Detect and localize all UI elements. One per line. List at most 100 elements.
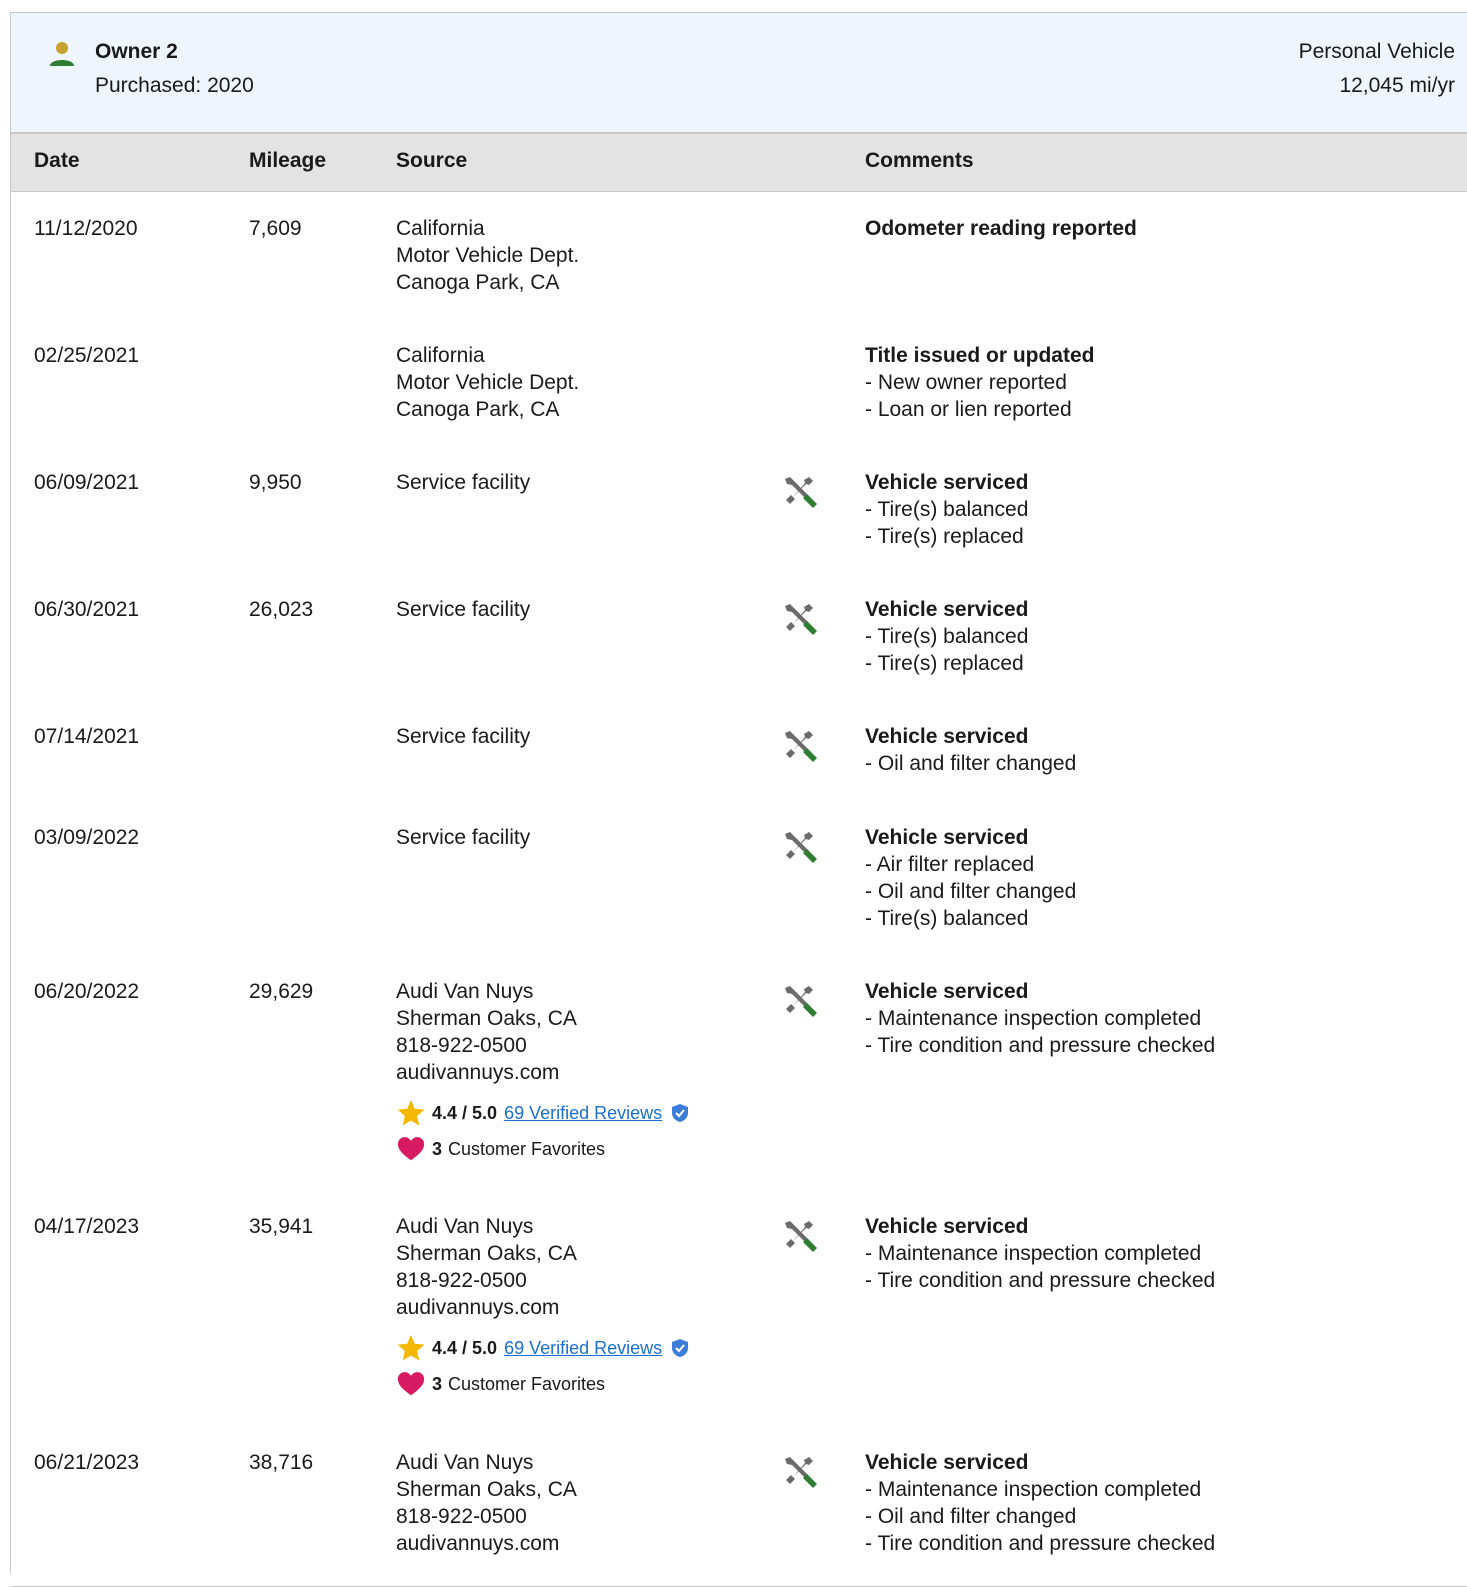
rating-value: 4.4 / 5.0 xyxy=(432,1102,498,1123)
row-comments: Vehicle serviced - Tire(s) balanced - Tire… xyxy=(865,469,1465,550)
comment-item: - Tire(s) replaced xyxy=(865,652,1024,675)
comment-item: - New owner reported xyxy=(865,371,1067,394)
row-date: 04/17/2023 xyxy=(34,1215,140,1238)
source-line: Motor Vehicle Dept. xyxy=(396,244,580,267)
verified-reviews-link[interactable]: 69 Verified Reviews xyxy=(504,1335,662,1362)
rating-line: 4.4 / 5.0 69 Verified Reviews xyxy=(396,1099,756,1127)
table-row: 06/21/2023 38,716 Audi Van Nuys Sherman Oak… xyxy=(11,1426,1467,1587)
comment-title: Odometer reading reported xyxy=(865,217,1137,240)
row-comments: Vehicle serviced - Maintenance inspection… xyxy=(865,978,1465,1059)
source-line: Audi Van Nuys xyxy=(396,1215,534,1238)
table-row: 07/14/2021 Service facility Vehicle servic… xyxy=(11,700,1467,802)
owner-name: Owner 2 xyxy=(95,40,178,63)
comment-title: Vehicle serviced xyxy=(865,725,1029,748)
row-comments: Vehicle serviced - Maintenance inspection… xyxy=(865,1449,1465,1557)
source-line: California xyxy=(396,344,485,367)
comment-item: - Maintenance inspection completed xyxy=(865,1007,1202,1030)
row-source: Service facility xyxy=(396,723,756,750)
source-line: 818-922-0500 xyxy=(396,1034,527,1057)
wrench-screwdriver-icon xyxy=(785,1221,817,1252)
wrench-screwdriver-icon xyxy=(785,1457,817,1488)
comment-item: - Loan or lien reported xyxy=(865,398,1072,421)
row-source: Service facility xyxy=(396,824,756,851)
source-line: Service facility xyxy=(396,725,531,748)
row-date: 07/14/2021 xyxy=(34,725,140,748)
favorites-label: Customer Favorites xyxy=(448,1138,606,1159)
source-line: Audi Van Nuys xyxy=(396,980,534,1003)
heart-icon xyxy=(397,1372,425,1396)
header-date: Date xyxy=(34,149,80,172)
source-line: Sherman Oaks, CA xyxy=(396,1242,577,1265)
comment-item: - Oil and filter changed xyxy=(865,880,1077,903)
header-comments: Comments xyxy=(865,149,974,172)
source-line: Service facility xyxy=(396,598,531,621)
comment-item: - Oil and filter changed xyxy=(865,752,1077,775)
row-source: Service facility xyxy=(396,596,756,623)
row-comments: Vehicle serviced - Oil and filter changed xyxy=(865,723,1465,777)
source-line: Canoga Park, CA xyxy=(396,398,560,421)
comment-item: - Air filter replaced xyxy=(865,853,1035,876)
wrench-screwdriver-icon xyxy=(785,986,817,1017)
comment-title: Vehicle serviced xyxy=(865,1451,1029,1474)
favorites-label: Customer Favorites xyxy=(448,1373,606,1394)
source-line: Canoga Park, CA xyxy=(396,271,560,294)
verified-reviews-link[interactable]: 69 Verified Reviews xyxy=(504,1100,662,1127)
row-date: 03/09/2022 xyxy=(34,826,140,849)
wrench-screwdriver-icon xyxy=(785,731,817,762)
source-line: California xyxy=(396,217,485,240)
source-line: Service facility xyxy=(396,826,531,849)
row-mileage: 29,629 xyxy=(249,980,314,1003)
row-comments: Vehicle serviced - Tire(s) balanced - Tire… xyxy=(865,596,1465,677)
wrench-screwdriver-icon xyxy=(785,604,817,635)
source-line: Sherman Oaks, CA xyxy=(396,1478,577,1501)
table-row: 04/17/2023 35,941 Audi Van Nuys Sherman Oak… xyxy=(11,1190,1467,1427)
favorites-count: 3 xyxy=(432,1138,443,1159)
source-line: Service facility xyxy=(396,471,531,494)
owner-history-panel: Owner 2 Purchased: 2020 Personal Vehicle… xyxy=(10,12,1467,1587)
row-mileage: 26,023 xyxy=(249,598,314,621)
row-source: California Motor Vehicle Dept. Canoga Park… xyxy=(396,342,756,423)
heart-icon xyxy=(397,1137,425,1161)
source-line: 818-922-0500 xyxy=(396,1269,527,1292)
verified-shield-icon xyxy=(672,1339,689,1357)
rating-line: 4.4 / 5.0 69 Verified Reviews xyxy=(396,1334,756,1362)
comment-item: - Maintenance inspection completed xyxy=(865,1242,1202,1265)
vehicle-type: Personal Vehicle xyxy=(1298,40,1455,63)
favorites-line: 3 Customer Favorites xyxy=(396,1135,756,1163)
table-row: 06/30/2021 26,023 Service facility Vehicle … xyxy=(11,573,1467,701)
star-icon xyxy=(397,1334,425,1361)
owner-purchased: Purchased: 2020 xyxy=(95,74,254,97)
table-header: Date Mileage Source Comments xyxy=(11,134,1467,192)
table-row: 11/12/2020 7,609 California Motor Vehicle D… xyxy=(11,192,1467,320)
person-icon xyxy=(50,42,74,66)
comment-title: Vehicle serviced xyxy=(865,826,1029,849)
header-source: Source xyxy=(396,149,468,172)
row-comments: Vehicle serviced - Air filter replaced - O… xyxy=(865,824,1465,932)
source-line: audivannuys.com xyxy=(396,1296,560,1319)
star-icon xyxy=(397,1099,425,1126)
comment-title: Vehicle serviced xyxy=(865,1215,1029,1238)
row-source: Audi Van Nuys Sherman Oaks, CA 818-922-050… xyxy=(396,1449,756,1557)
row-source: California Motor Vehicle Dept. Canoga Park… xyxy=(396,215,756,296)
source-line: Motor Vehicle Dept. xyxy=(396,371,580,394)
wrench-screwdriver-icon xyxy=(785,477,817,508)
row-source: Audi Van Nuys Sherman Oaks, CA 818-922-050… xyxy=(396,978,756,1163)
wrench-screwdriver-icon xyxy=(785,832,817,863)
comment-item: - Tire(s) replaced xyxy=(865,525,1024,548)
row-date: 06/30/2021 xyxy=(34,598,140,621)
verified-shield-icon xyxy=(672,1104,689,1122)
row-date: 06/20/2022 xyxy=(34,980,140,1003)
table-row: 06/20/2022 29,629 Audi Van Nuys Sherman Oak… xyxy=(11,955,1467,1191)
row-date: 11/12/2020 xyxy=(34,217,138,240)
comment-item: - Tire(s) balanced xyxy=(865,625,1029,648)
header-mileage: Mileage xyxy=(249,149,327,172)
comment-title: Title issued or updated xyxy=(865,344,1095,367)
owner-header: Owner 2 Purchased: 2020 Personal Vehicle… xyxy=(11,13,1467,134)
comment-item: - Maintenance inspection completed xyxy=(865,1478,1202,1501)
comment-item: - Tire(s) balanced xyxy=(865,498,1029,521)
row-comments: Odometer reading reported xyxy=(865,215,1465,242)
row-source: Service facility xyxy=(396,469,756,496)
comment-item: - Tire condition and pressure checked xyxy=(865,1034,1216,1057)
row-mileage: 9,950 xyxy=(249,471,302,494)
comment-title: Vehicle serviced xyxy=(865,598,1029,621)
